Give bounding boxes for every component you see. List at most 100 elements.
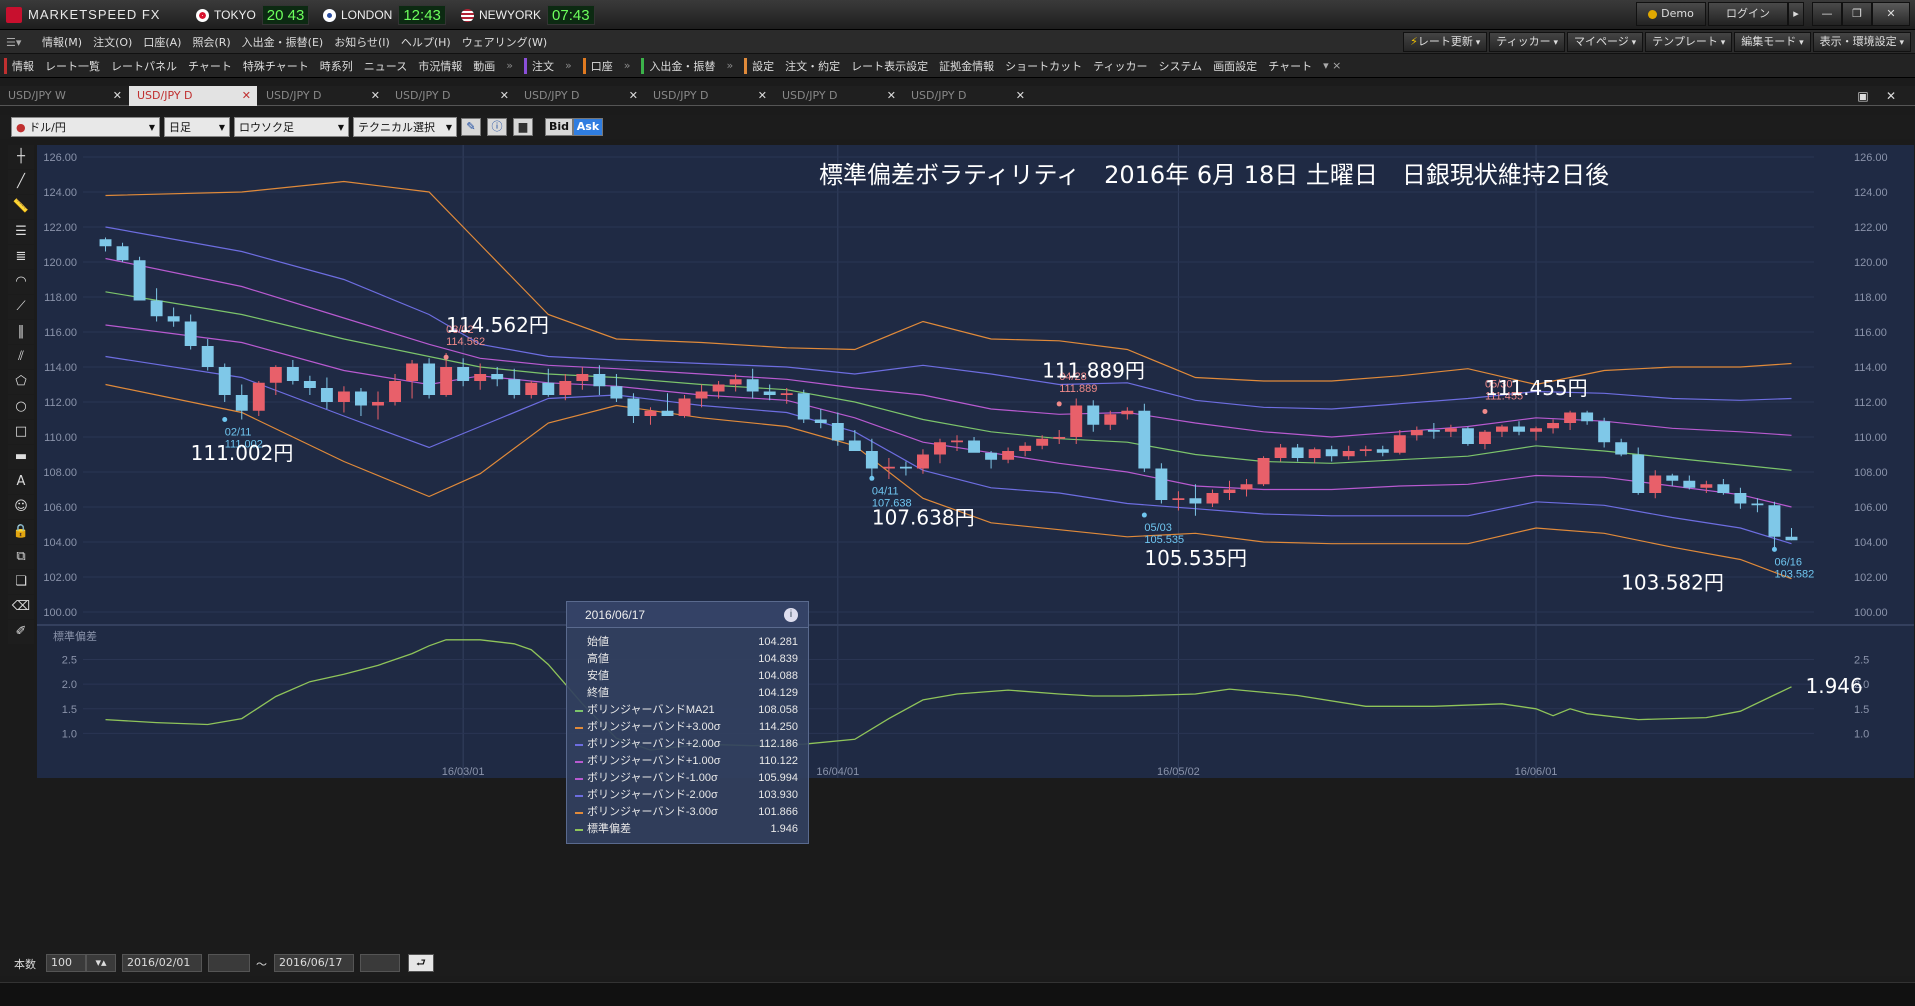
close-tab-icon[interactable]: ✕	[629, 86, 638, 106]
chart-type-select[interactable]: ロウソク足	[234, 117, 349, 138]
eraser-tool-icon[interactable]: ⌫	[8, 595, 34, 619]
toolbar-more-icon[interactable]: »	[726, 59, 733, 72]
menu-help[interactable]: ヘルプ(H)	[401, 34, 451, 50]
rate-update-dropdown[interactable]: ⚡レート更新	[1403, 32, 1488, 52]
toolbar-account[interactable]: 口座	[591, 58, 613, 74]
hline-tool-icon[interactable]: ▬	[8, 445, 34, 469]
tab-usdjpy-d[interactable]: USD/JPY D ✕	[774, 86, 902, 106]
tab-usdjpy-d[interactable]: USD/JPY D ✕	[516, 86, 644, 106]
toolbar-video[interactable]: 動画	[473, 58, 495, 74]
display-settings-dropdown[interactable]: 表示・環境設定	[1812, 32, 1911, 52]
gann-tool-icon[interactable]: ⟋	[8, 295, 34, 319]
start-time-input[interactable]	[208, 954, 250, 972]
toolbar-market-info[interactable]: 市況情報	[418, 58, 462, 74]
toolbar-order-execution[interactable]: 注文・約定	[785, 58, 840, 74]
ruler-tool-icon[interactable]: 📏	[8, 195, 34, 219]
close-tab-icon[interactable]: ✕	[500, 86, 509, 106]
toolbar-more-icon[interactable]: »	[565, 59, 572, 72]
tab-usdjpy-d[interactable]: USD/JPY D ✕	[387, 86, 515, 106]
toolbar-timeseries[interactable]: 時系列	[320, 58, 353, 74]
toolbar-chart[interactable]: チャート	[188, 58, 232, 74]
minimize-button[interactable]: —	[1812, 2, 1842, 26]
close-tab-icon[interactable]: ✕	[371, 86, 380, 106]
toolbar-screen-settings[interactable]: 画面設定	[1213, 58, 1257, 74]
ask-toggle[interactable]: Ask	[573, 118, 603, 136]
technical-select[interactable]: テクニカル選択	[353, 117, 457, 138]
info-icon[interactable]: i	[784, 608, 798, 622]
toolbar-more-icon[interactable]: »	[624, 59, 631, 72]
restore-button[interactable]: ❐	[1842, 2, 1872, 26]
bar-count-stepper-icon[interactable]: ▾▴	[86, 954, 116, 972]
bar-count-input[interactable]: 100	[46, 954, 86, 972]
close-button[interactable]: ✕	[1872, 2, 1910, 26]
demo-button[interactable]: Demo	[1636, 2, 1706, 26]
toolbar-more-icon[interactable]: »	[506, 59, 513, 72]
toolbar-order[interactable]: 注文	[532, 58, 554, 74]
ticker-dropdown[interactable]: ティッカー	[1489, 32, 1565, 52]
icon-stamp-tool-icon[interactable]: ☺	[8, 495, 34, 519]
rectangle-tool-icon[interactable]: □	[8, 420, 34, 444]
crosshair-tool-icon[interactable]: ┼	[8, 145, 34, 169]
chart-settings-icon[interactable]: ▆	[513, 118, 533, 136]
delete-all-tool-icon[interactable]: ✐	[8, 620, 34, 644]
menu-deposit[interactable]: 入出金・振替(E)	[242, 34, 324, 50]
tab-usdjpy-d-active[interactable]: USD/JPY D ✕	[129, 86, 257, 106]
start-date-input[interactable]: 2016/02/01	[122, 954, 202, 972]
tab-usdjpy-d[interactable]: USD/JPY D ✕	[258, 86, 386, 106]
toolbar-ticker[interactable]: ティッカー	[1093, 58, 1147, 74]
lock-tool-icon[interactable]: 🔒	[8, 520, 34, 544]
close-tab-icon[interactable]: ✕	[242, 86, 251, 106]
info-icon[interactable]: ⓘ	[487, 118, 507, 136]
toolbar-deposit[interactable]: 入出金・振替	[649, 58, 715, 74]
menu-inquiry[interactable]: 照会(R)	[192, 34, 230, 50]
toolbar-dropdown-icon[interactable]: ▾ ×	[1323, 59, 1341, 72]
toolbar-rate-display[interactable]: レート表示設定	[851, 58, 928, 74]
layers-tool-icon[interactable]: ❏	[8, 570, 34, 594]
toolbar-news[interactable]: ニュース	[364, 58, 407, 74]
toolbar-special-chart[interactable]: 特殊チャート	[243, 58, 309, 74]
mypage-dropdown[interactable]: マイページ	[1566, 32, 1644, 52]
copy-tool-icon[interactable]: ⧉	[8, 545, 34, 569]
channel-tool-icon[interactable]: ⫽	[8, 345, 34, 369]
menu-toggle-icon[interactable]: ☰▾	[6, 36, 34, 49]
toolbar-settings[interactable]: 設定	[752, 58, 774, 74]
fan-tool-icon[interactable]: ◠	[8, 270, 34, 294]
currency-pair-select[interactable]: ● ドル/円	[11, 117, 160, 138]
close-tab-icon[interactable]: ✕	[887, 86, 896, 106]
menu-order[interactable]: 注文(O)	[93, 34, 132, 50]
edit-mode-dropdown[interactable]: 編集モード	[1734, 32, 1811, 52]
tab-usdjpy-w[interactable]: USD/JPY W ✕	[0, 86, 128, 106]
menu-info[interactable]: 情報(M)	[42, 34, 82, 50]
menu-account[interactable]: 口座(A)	[143, 34, 181, 50]
polygon-tool-icon[interactable]: ⬠	[8, 370, 34, 394]
fibonacci-tool-icon[interactable]: ≣	[8, 245, 34, 269]
maximize-chart-icon[interactable]: ▣	[1852, 88, 1874, 104]
close-tab-icon[interactable]: ✕	[758, 86, 767, 106]
end-date-input[interactable]: 2016/06/17	[274, 954, 354, 972]
login-menu-arrow-icon[interactable]: ▸	[1788, 2, 1804, 26]
apply-range-icon[interactable]: ⮐	[408, 954, 434, 972]
login-button[interactable]: ログイン	[1708, 2, 1788, 26]
toolbar-system[interactable]: システム	[1159, 58, 1203, 74]
cycle-lines-tool-icon[interactable]: ‖	[8, 320, 34, 344]
menu-notice[interactable]: お知らせ(I)	[334, 34, 390, 50]
tab-usdjpy-d[interactable]: USD/JPY D ✕	[645, 86, 773, 106]
bid-toggle[interactable]: Bid	[545, 118, 573, 136]
toolbar-chart-2[interactable]: チャート	[1268, 58, 1312, 74]
tab-usdjpy-d[interactable]: USD/JPY D ✕	[903, 86, 1031, 106]
horizontal-lines-tool-icon[interactable]: ☰	[8, 220, 34, 244]
close-tab-icon[interactable]: ✕	[113, 86, 122, 106]
toolbar-shortcut[interactable]: ショートカット	[1005, 58, 1082, 74]
template-dropdown[interactable]: テンプレート	[1645, 32, 1733, 52]
toolbar-margin-info[interactable]: 証拠金情報	[939, 58, 994, 74]
trendline-tool-icon[interactable]: ╱	[8, 170, 34, 194]
period-select[interactable]: 日足	[164, 117, 230, 138]
circle-tool-icon[interactable]: ○	[8, 395, 34, 419]
toolbar-rate-list[interactable]: レート一覧	[45, 58, 100, 74]
text-tool-icon[interactable]: A	[8, 470, 34, 494]
pen-tool-icon[interactable]: ✎	[461, 118, 481, 136]
toolbar-info[interactable]: 情報	[12, 58, 34, 74]
close-chart-icon[interactable]: ✕	[1880, 88, 1902, 104]
toolbar-rate-panel[interactable]: レートパネル	[111, 58, 177, 74]
end-time-input[interactable]	[360, 954, 400, 972]
